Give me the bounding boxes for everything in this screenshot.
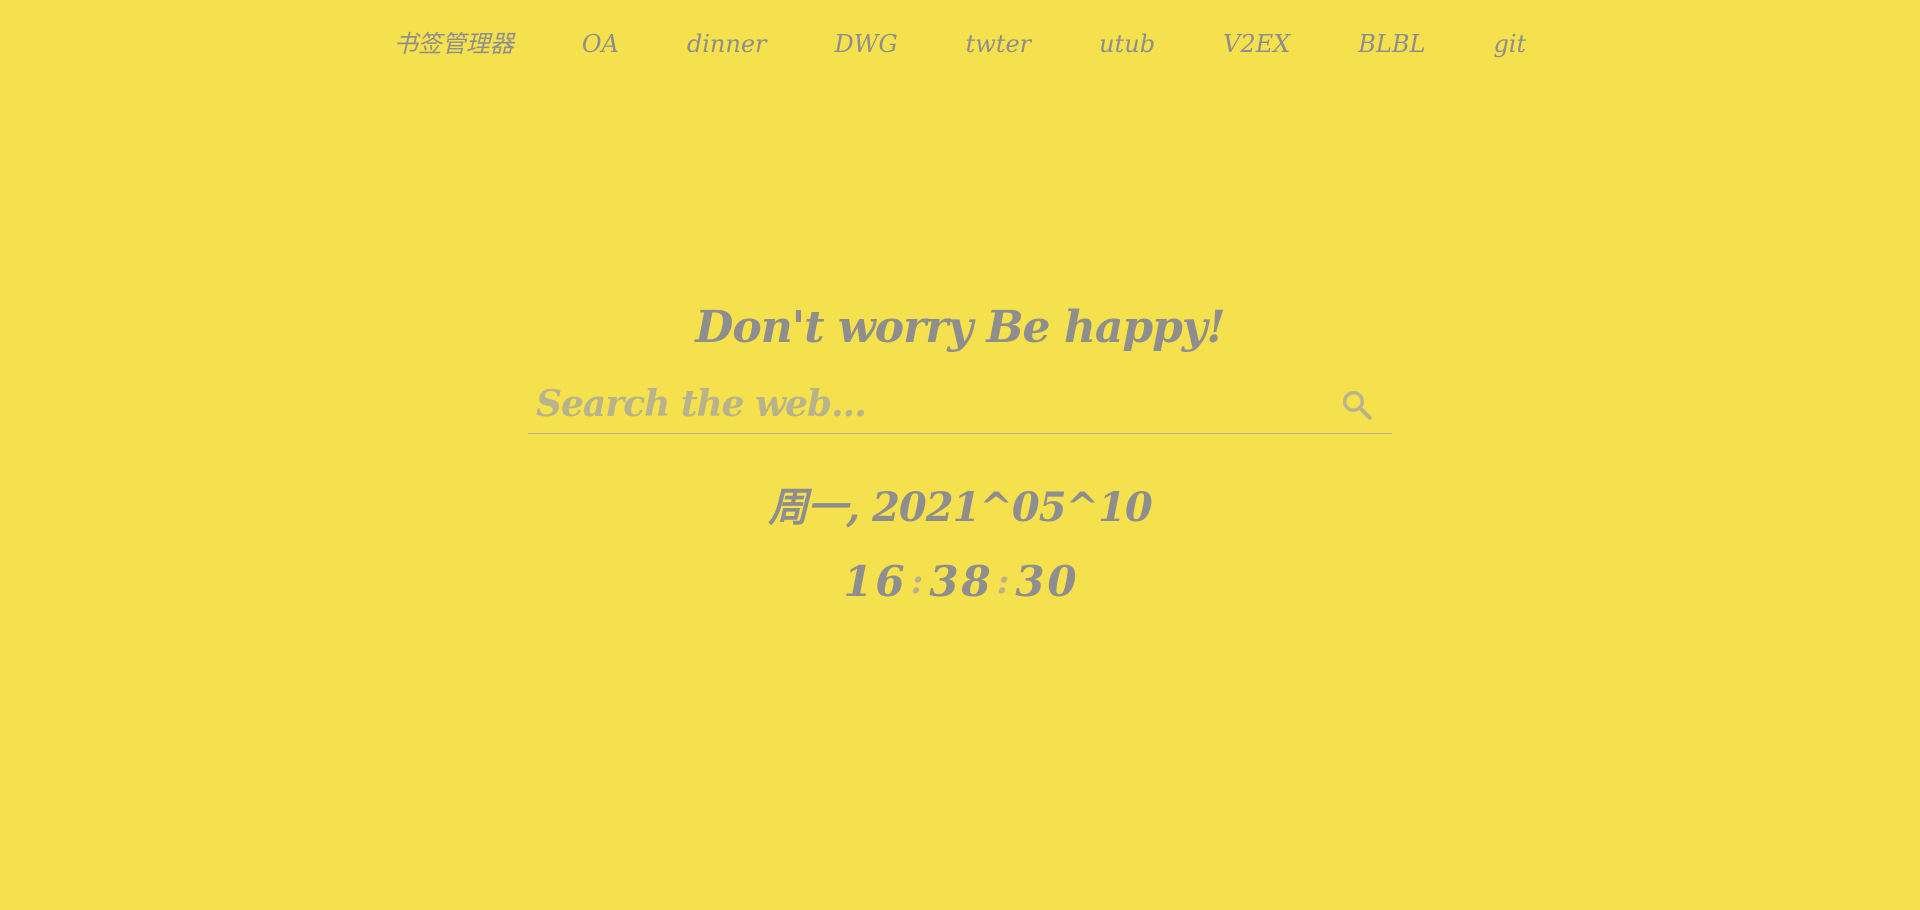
clock-separator: :: [996, 562, 1010, 602]
clock-minute-ones: 8: [961, 557, 991, 606]
nav-link-v2ex[interactable]: V2EX: [1189, 24, 1324, 64]
nav-link-oa[interactable]: OA: [548, 24, 653, 64]
clock-hour-ones: 6: [875, 557, 905, 606]
clock-second-tens: 3: [1015, 557, 1045, 606]
search-box: [528, 376, 1392, 434]
nav-link-blbl[interactable]: BLBL: [1324, 24, 1459, 64]
nav-link-git[interactable]: git: [1459, 24, 1560, 64]
search-icon: [1342, 390, 1372, 420]
clock-minute-tens: 3: [929, 557, 959, 606]
motto-heading: Don't worry Be happy!: [695, 302, 1226, 353]
nav-link-bookmark-manager[interactable]: 书签管理器: [360, 24, 548, 64]
nav-link-dinner[interactable]: dinner: [653, 24, 801, 64]
nav-link-dwg[interactable]: DWG: [801, 24, 932, 64]
top-nav: 书签管理器 OA dinner DWG twter utub V2EX BLBL…: [0, 24, 1920, 64]
nav-link-twter[interactable]: twter: [932, 24, 1066, 64]
clock-separator: :: [910, 562, 924, 602]
hero: Don't worry Be happy!: [0, 296, 1920, 360]
search-button[interactable]: [1338, 386, 1376, 424]
date-display: 周一, 2021^05^10: [768, 484, 1153, 531]
nav-link-utub[interactable]: utub: [1065, 24, 1189, 64]
clock-second-ones: 0: [1047, 557, 1077, 606]
clock-hour-tens: 1: [843, 557, 873, 606]
clock-display: 1 6 : 3 8 : 3 0: [0, 554, 1920, 610]
search-input[interactable]: [536, 376, 1316, 432]
